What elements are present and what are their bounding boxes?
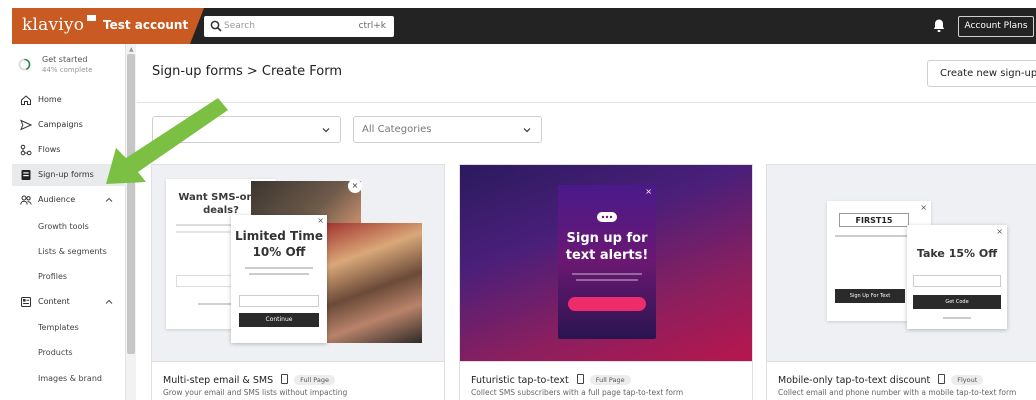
account-switcher[interactable]: Test account (103, 18, 188, 32)
template-card[interactable]: × Sign up for text alerts! Futuristic ta… (459, 164, 753, 400)
close-icon: × (996, 227, 1003, 236)
sidebar-item-label: Flows (38, 145, 61, 154)
close-icon: × (317, 216, 324, 225)
top-bar: klaviyo Test account Search ctrl+k Accou… (12, 8, 1036, 44)
preview-get-code-button: Get Code (913, 295, 1001, 309)
chevron-up-icon[interactable] (104, 195, 114, 205)
sidebar-subitem-products[interactable]: Products (38, 348, 73, 357)
send-icon (20, 119, 32, 131)
chevron-down-icon (523, 128, 531, 133)
template-preview[interactable]: × Sign up for text alerts! (459, 164, 753, 362)
template-card-footer: Multi-step email & SMS Full Page Grow you… (151, 362, 445, 400)
template-card-description: Collect email and phone number with a mo… (778, 388, 1017, 397)
mobile-icon (938, 374, 946, 384)
form-icon (21, 170, 31, 180)
preview-headline: Take 15% Off (916, 247, 998, 260)
sidebar-item-content[interactable]: Content (12, 291, 126, 313)
divider (137, 102, 1036, 103)
mobile-icon (281, 374, 289, 384)
get-started-title[interactable]: Get started (42, 55, 87, 64)
preview-headline-line1: Sign up for (566, 231, 648, 246)
sidebar-subitem-profiles[interactable]: Profiles (38, 272, 67, 281)
search-placeholder: Search (224, 21, 255, 31)
annotation-arrow-icon (106, 98, 228, 184)
close-icon: × (645, 187, 652, 196)
preview-offer-line2: 10% Off (252, 245, 306, 259)
chevron-down-icon (322, 128, 330, 133)
preview-photo-2 (317, 223, 422, 343)
scroll-up-icon[interactable]: ▲ (129, 46, 134, 53)
preview-headline-line2: text alerts! (565, 248, 649, 263)
category-select[interactable]: All Categories (353, 116, 542, 143)
category-select-value: All Categories (362, 124, 432, 135)
sidebar-item-label: Sign-up forms (38, 170, 94, 179)
get-started-progress: 44% complete (42, 66, 93, 74)
preview-signup-button (568, 297, 646, 311)
mobile-icon (576, 374, 584, 384)
sidebar-item-label: Audience (38, 195, 76, 204)
sidebar-item-label: Home (38, 95, 62, 104)
template-card[interactable]: × FIRST15 Sign Up For Text × Take 15% Of… (766, 164, 1036, 400)
template-card-title: Futuristic tap-to-text Full Page (471, 374, 631, 386)
template-badge: Full Page (294, 375, 336, 385)
sidebar-subitem-lists-segments[interactable]: Lists & segments (38, 247, 107, 256)
klaviyo-logo[interactable]: klaviyo (22, 15, 97, 35)
template-card-description: Grow your email and SMS lists without im… (163, 388, 348, 397)
preview-popup: × Sign up for text alerts! (558, 185, 656, 339)
chevron-up-icon[interactable] (104, 297, 114, 307)
preview-flyout-2: × Take 15% Off Get Code (907, 225, 1007, 329)
sidebar-item-label: Campaigns (38, 120, 83, 129)
preview-offer-line1: Limited Time (235, 229, 323, 243)
account-plans-button[interactable]: Account Plans (958, 16, 1034, 37)
sidebar-subitem-growth-tools[interactable]: Growth tools (38, 222, 89, 231)
sidebar-item-label: Content (38, 297, 70, 306)
template-card-title: Mobile-only tap-to-text discount Flyout (778, 374, 984, 386)
home-icon (21, 95, 31, 105)
template-card-footer: Mobile-only tap-to-text discount Flyout C… (766, 362, 1036, 400)
search-input[interactable]: Search ctrl+k (204, 16, 394, 37)
template-badge: Full Page (589, 375, 631, 385)
sidebar-subitem-images-brand[interactable]: Images & brand (38, 374, 102, 383)
breadcrumb: Sign-up forms > Create Form (152, 64, 342, 79)
close-icon: × (920, 203, 927, 212)
template-card[interactable]: Want SMS-only deals? × × Limited Time 10… (151, 164, 445, 400)
template-card-footer: Futuristic tap-to-text Full Page Collect … (459, 362, 753, 400)
sidebar-subitem-templates[interactable]: Templates (38, 323, 79, 332)
preview-step2: × Limited Time 10% Off Continue (231, 215, 327, 343)
app-window: klaviyo Test account Search ctrl+k Accou… (0, 0, 1036, 400)
users-icon (20, 195, 32, 205)
flow-icon (20, 144, 32, 156)
preview-code: FIRST15 (839, 213, 909, 227)
template-card-title: Multi-step email & SMS Full Page (163, 374, 336, 386)
template-preview[interactable]: Want SMS-only deals? × × Limited Time 10… (151, 164, 445, 362)
sidebar-item-audience[interactable]: Audience (12, 189, 126, 211)
preview-sign-up-button: Sign Up For Text (835, 289, 905, 303)
logo-flag-icon (87, 15, 97, 21)
progress-ring-icon (18, 58, 31, 71)
search-shortcut: ctrl+k (358, 21, 386, 31)
main-content: Sign-up forms > Create Form Create new s… (137, 44, 1036, 400)
chat-bubble-icon (597, 212, 617, 222)
template-card-description: Collect SMS subscribers with a full page… (471, 388, 684, 397)
preview-continue-button: Continue (239, 313, 319, 327)
close-icon: × (348, 179, 362, 193)
search-icon (210, 20, 222, 32)
bell-icon[interactable] (932, 18, 946, 33)
create-new-sign-up-form-button[interactable]: Create new sign-up fo (927, 60, 1036, 87)
template-preview[interactable]: × FIRST15 Sign Up For Text × Take 15% Of… (766, 164, 1036, 362)
template-badge: Flyout (951, 375, 984, 385)
content-icon (21, 297, 31, 307)
